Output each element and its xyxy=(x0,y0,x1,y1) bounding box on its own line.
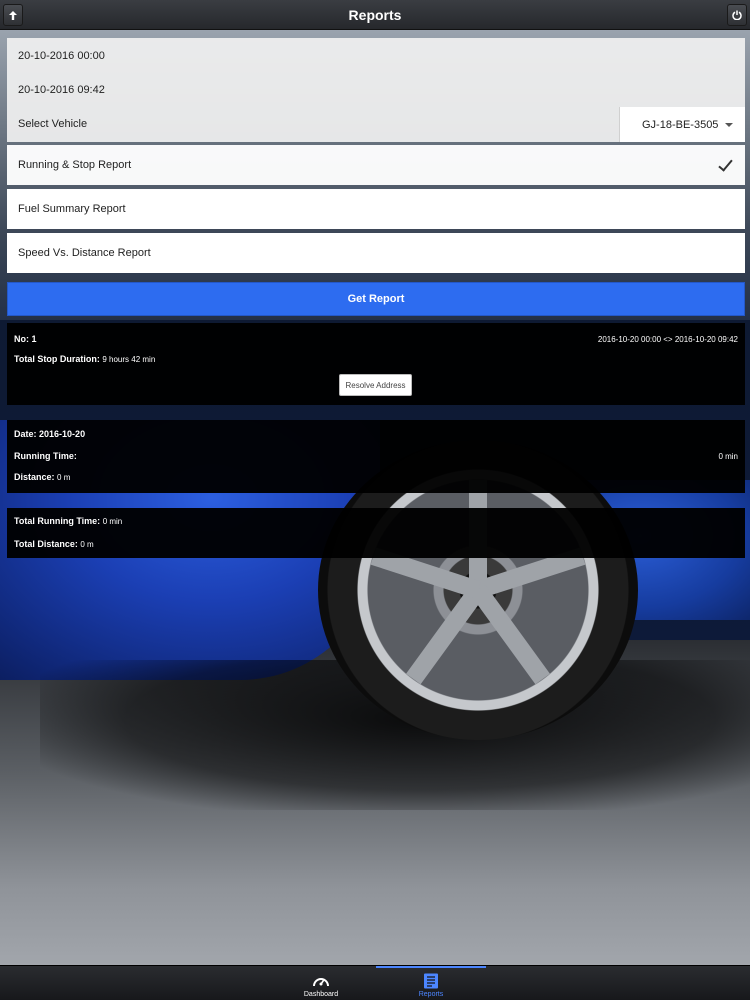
option-label: Fuel Summary Report xyxy=(18,203,126,215)
up-arrow-icon xyxy=(9,10,17,20)
total-running-time: Total Running Time: 0 min xyxy=(14,516,123,526)
running-time-label: Running Time: xyxy=(14,451,77,461)
stop-summary-panel: No: 1 2016-10-20 00:00 <> 2016-10-20 09:… xyxy=(7,323,745,405)
total-distance: Total Distance: 0 m xyxy=(14,539,94,549)
chevron-down-icon xyxy=(725,122,733,127)
day-detail-panel: Date: 2016-10-20 Running Time: 0 min Dis… xyxy=(7,420,745,493)
from-date-field[interactable]: 20-10-2016 00:00 xyxy=(18,50,105,62)
report-filter-form: 20-10-2016 00:00 20-10-2016 09:42 Select… xyxy=(7,38,745,142)
report-list-icon xyxy=(424,973,438,989)
vehicle-select-value: GJ-18-BE-3505 xyxy=(642,118,719,131)
total-stop-duration: Total Stop Duration: 9 hours 42 min xyxy=(14,354,156,364)
day-date: Date: 2016-10-20 xyxy=(14,429,86,439)
option-label: Speed Vs. Distance Report xyxy=(18,247,151,259)
top-bar: Reports xyxy=(0,0,750,30)
option-speed-distance-report[interactable]: Speed Vs. Distance Report xyxy=(7,233,745,273)
speedometer-icon xyxy=(313,978,329,987)
get-report-button[interactable]: Get Report xyxy=(7,282,745,316)
power-icon xyxy=(732,10,742,20)
checkmark-icon xyxy=(718,157,734,173)
tab-reports-label: Reports xyxy=(418,991,444,998)
resolve-address-button[interactable]: Resolve Address xyxy=(339,374,412,396)
power-button[interactable] xyxy=(727,4,747,26)
option-fuel-summary-report[interactable]: Fuel Summary Report xyxy=(7,189,745,229)
to-date-field[interactable]: 20-10-2016 09:42 xyxy=(18,84,105,96)
stop-date-range: 2016-10-20 00:00 <> 2016-10-20 09:42 xyxy=(597,335,738,344)
page-title: Reports xyxy=(348,6,402,23)
bottom-tab-bar: Dashboard Reports xyxy=(0,965,750,1000)
option-running-stop-report[interactable]: Running & Stop Report xyxy=(7,145,745,185)
running-time-value: 0 min xyxy=(718,452,738,461)
day-distance: Distance: 0 m xyxy=(14,472,71,482)
tab-dashboard[interactable]: Dashboard xyxy=(266,966,376,1000)
vehicle-label: Select Vehicle xyxy=(18,118,88,130)
back-button[interactable] xyxy=(3,4,23,26)
tab-dashboard-label: Dashboard xyxy=(303,991,339,998)
vehicle-select[interactable]: GJ-18-BE-3505 xyxy=(619,107,745,142)
option-label: Running & Stop Report xyxy=(18,159,132,171)
stop-number: No: 1 xyxy=(14,334,37,344)
totals-panel: Total Running Time: 0 min Total Distance… xyxy=(7,508,745,558)
tab-reports[interactable]: Reports xyxy=(376,966,486,1000)
